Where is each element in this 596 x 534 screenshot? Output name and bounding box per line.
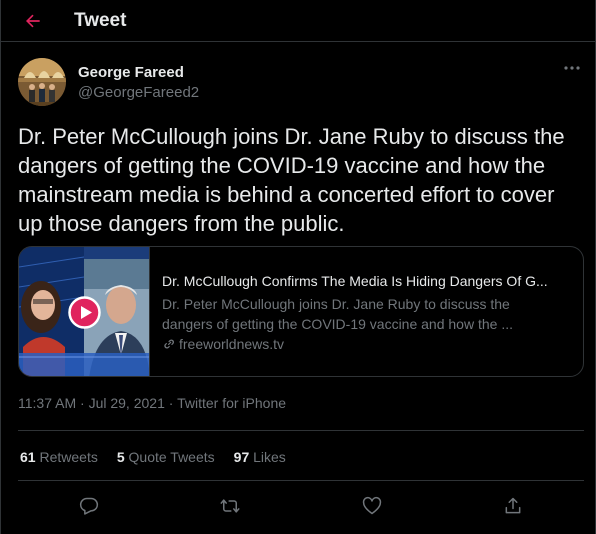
likes-count: 97 [233,449,250,465]
reply-button[interactable] [71,488,107,524]
tweet-stats: 61 Retweets 5 Quote Tweets 97 Likes [20,449,305,465]
like-icon [362,496,381,515]
retweet-button[interactable] [212,488,248,524]
tweet-actions [18,488,584,524]
retweets-count: 61 [20,449,36,465]
arrow-left-icon [26,14,40,27]
more-horizontal-icon [564,66,580,70]
card-thumbnail [19,247,150,376]
quotes-count: 5 [116,449,125,465]
author-display-name[interactable]: George Fareed [78,64,199,81]
retweets-stat[interactable]: 61 Retweets [20,449,98,465]
card-description-line: dangers of getting the COVID-19 vaccine … [162,315,513,332]
retweets-label: Retweets [39,449,98,465]
tweet-page: Tweet George Fareed @GeorgeFareed2 Dr. P… [0,0,596,534]
link-icon [162,337,176,351]
quote-tweets-stat[interactable]: 5 Quote Tweets [117,449,215,465]
more-options-button[interactable] [561,58,583,78]
share-icon [505,497,521,514]
divider [18,480,584,481]
page-header: Tweet [1,0,596,42]
tweet-time[interactable]: 11:37 AM [18,395,76,411]
back-button[interactable] [18,6,48,36]
share-button[interactable] [495,488,531,524]
card-description-line: Dr. Peter McCullough joins Dr. Jane Ruby… [162,295,510,312]
card-title: Dr. McCullough Confirms The Media Is Hid… [162,272,548,289]
card-domain-text: freeworldnews.tv [179,335,285,352]
avatar[interactable] [18,58,66,106]
divider [18,430,584,431]
tweet-meta: 11:37 AM · Jul 29, 2021 · Twitter for iP… [18,395,286,411]
meta-separator: · [168,395,174,411]
card-description: Dr. Peter McCullough joins Dr. Jane Ruby… [162,294,571,334]
meta-separator: · [80,395,85,411]
author-handle[interactable]: @GeorgeFareed2 [78,84,199,101]
play-icon[interactable] [68,296,101,329]
card-domain: freeworldnews.tv [162,336,571,352]
like-button[interactable] [354,488,390,524]
reply-icon [79,497,98,515]
likes-stat[interactable]: 97 Likes [234,449,286,465]
tweet-source[interactable]: Twitter for iPhone [177,395,286,411]
link-preview-card[interactable]: Dr. McCullough Confirms The Media Is Hid… [18,246,584,377]
retweet-icon [220,499,240,513]
tweet-author: George Fareed @GeorgeFareed2 [18,58,583,106]
page-title: Tweet [74,9,127,31]
tweet-text: Dr. Peter McCullough joins Dr. Jane Ruby… [18,124,565,236]
quotes-label: Quote Tweets [128,449,215,465]
likes-label: Likes [253,449,286,465]
tweet-date[interactable]: Jul 29, 2021 [89,395,165,411]
